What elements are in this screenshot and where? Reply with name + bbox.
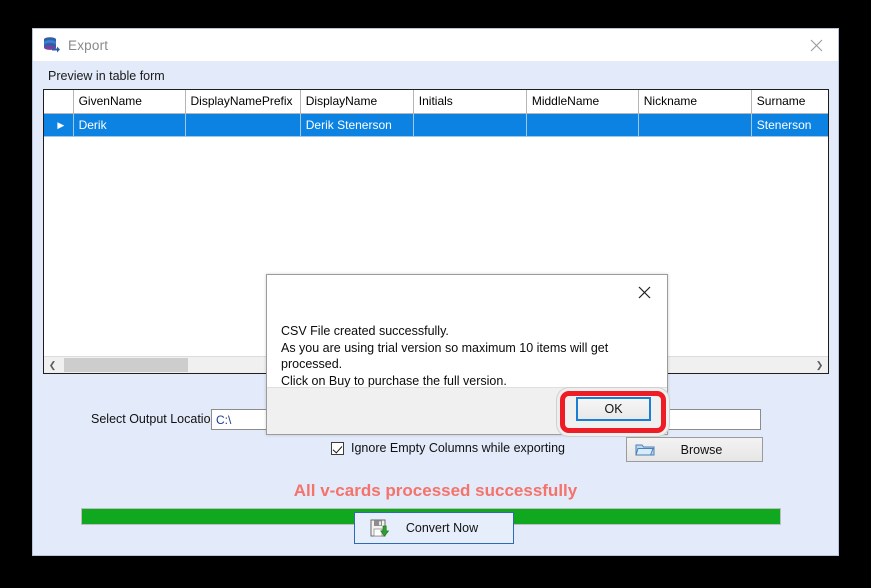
dialog-title-bar bbox=[267, 275, 667, 309]
browse-label: Browse bbox=[680, 442, 723, 457]
column-header-displaynameprefix[interactable]: DisplayNamePrefix bbox=[185, 90, 301, 114]
ignore-empty-columns-label: Ignore Empty Columns while exporting bbox=[351, 441, 565, 455]
database-export-icon bbox=[42, 36, 60, 54]
convert-now-button[interactable]: Convert Now bbox=[354, 512, 514, 544]
column-header-initials[interactable]: Initials bbox=[413, 90, 527, 114]
column-header-nickname[interactable]: Nickname bbox=[638, 90, 752, 114]
folder-icon bbox=[635, 442, 655, 458]
cell-surname[interactable]: Stenerson bbox=[751, 113, 828, 137]
window-title: Export bbox=[68, 37, 109, 53]
column-header-rowindicator[interactable] bbox=[44, 90, 74, 114]
output-location-label: Select Output Location bbox=[91, 412, 218, 426]
cell-displayname[interactable]: Derik Stenerson bbox=[300, 113, 414, 137]
checkbox-checked-icon bbox=[331, 441, 344, 455]
window-title-bar: Export bbox=[33, 29, 838, 61]
dialog-message-line-2: As you are using trial version so maximu… bbox=[281, 340, 609, 372]
dialog-close-icon[interactable] bbox=[622, 275, 667, 309]
column-header-surname[interactable]: Surname bbox=[751, 90, 828, 114]
browse-button[interactable]: Browse bbox=[626, 437, 763, 462]
preview-table: GivenName DisplayNamePrefix DisplayName … bbox=[44, 90, 828, 137]
chevron-left-icon[interactable]: ❮ bbox=[44, 357, 61, 373]
close-icon[interactable] bbox=[794, 29, 838, 61]
csv-created-dialog: CSV File created successfully. As you ar… bbox=[266, 274, 668, 435]
scrollbar-thumb[interactable] bbox=[64, 358, 188, 372]
export-window: Export Preview in table form GivenName D… bbox=[32, 28, 839, 556]
preview-label: Preview in table form bbox=[48, 69, 165, 83]
column-header-middlename[interactable]: MiddleName bbox=[526, 90, 639, 114]
cell-displaynameprefix[interactable] bbox=[185, 113, 301, 137]
dialog-message: CSV File created successfully. As you ar… bbox=[281, 323, 653, 389]
ignore-empty-columns-checkbox[interactable]: Ignore Empty Columns while exporting bbox=[331, 441, 565, 455]
cell-givenname[interactable]: Derik bbox=[73, 113, 186, 137]
grid-scroll-content: GivenName DisplayNamePrefix DisplayName … bbox=[44, 90, 828, 137]
table-header-row: GivenName DisplayNamePrefix DisplayName … bbox=[44, 90, 828, 114]
dialog-footer: OK bbox=[267, 387, 667, 434]
dialog-message-line-1: CSV File created successfully. bbox=[281, 324, 449, 338]
status-message: All v-cards processed successfully bbox=[293, 481, 578, 500]
cell-nickname[interactable] bbox=[638, 113, 752, 137]
row-indicator-arrow-icon: ▶ bbox=[57, 119, 65, 130]
save-download-icon bbox=[369, 518, 390, 538]
chevron-right-icon[interactable]: ❯ bbox=[811, 357, 828, 373]
ok-button[interactable]: OK bbox=[576, 397, 651, 421]
table-row[interactable]: ▶ Derik Derik Stenerson Stenerson +1-425… bbox=[44, 113, 828, 137]
column-header-givenname[interactable]: GivenName bbox=[73, 90, 186, 114]
column-header-displayname[interactable]: DisplayName bbox=[300, 90, 414, 114]
cell-initials[interactable] bbox=[413, 113, 527, 137]
cell-middlename[interactable] bbox=[526, 113, 639, 137]
row-indicator-cell[interactable]: ▶ bbox=[44, 113, 74, 137]
convert-now-label: Convert Now bbox=[405, 521, 479, 535]
